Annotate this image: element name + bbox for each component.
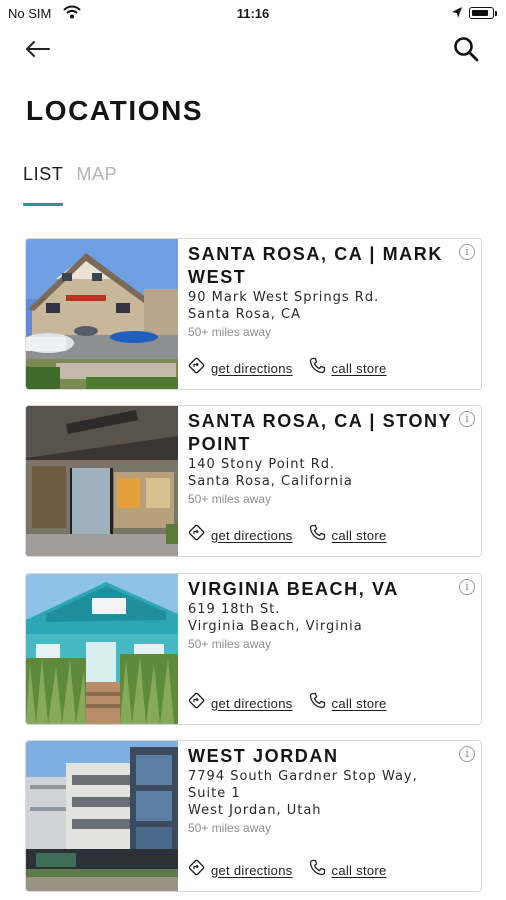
location-name: SANTA ROSA, CA | MARK WEST [188, 244, 443, 287]
get-directions-button[interactable]: get directions [188, 859, 293, 881]
address-line1: 7794 South Gardner Stop Way, Suite 1 [188, 769, 418, 801]
phone-icon [309, 859, 326, 881]
store-photo [26, 239, 178, 389]
call-store-button[interactable]: call store [309, 692, 387, 714]
directions-label: get directions [211, 360, 293, 376]
view-tabs: LIST MAP [23, 164, 130, 206]
search-icon [453, 36, 479, 67]
distance-label: 50+ miles away [188, 325, 272, 339]
location-name: SANTA ROSA, CA | STONY POINT [188, 411, 452, 454]
distance-label: 50+ miles away [188, 492, 272, 506]
location-card[interactable]: SANTA ROSA, CA | STONY POINT 140 Stony P… [25, 405, 482, 557]
info-icon[interactable]: i [459, 411, 475, 427]
info-icon[interactable]: i [459, 579, 475, 595]
battery-tip [495, 11, 497, 16]
store-photo [26, 741, 178, 891]
address-line2: West Jordan, Utah [188, 803, 322, 818]
location-info: SANTA ROSA, CA | MARK WEST 90 Mark West … [188, 243, 458, 341]
address-line2: Santa Rosa, CA [188, 307, 302, 322]
card-actions: get directions call store [188, 692, 403, 714]
directions-label: get directions [211, 695, 293, 711]
call-label: call store [331, 360, 387, 376]
tab-list[interactable]: LIST [23, 164, 64, 206]
call-store-button[interactable]: call store [309, 524, 387, 546]
search-button[interactable] [450, 35, 482, 67]
get-directions-button[interactable]: get directions [188, 357, 293, 379]
address-line2: Virginia Beach, Virginia [188, 619, 363, 634]
location-info: WEST JORDAN 7794 South Gardner Stop Way,… [188, 745, 458, 837]
call-label: call store [331, 695, 387, 711]
store-photo [26, 574, 178, 724]
get-directions-button[interactable]: get directions [188, 524, 293, 546]
info-icon[interactable]: i [459, 244, 475, 260]
distance-label: 50+ miles away [188, 637, 272, 651]
call-label: call store [331, 862, 387, 878]
card-actions: get directions call store [188, 357, 403, 379]
directions-icon [188, 692, 205, 714]
address-line2: Santa Rosa, California [188, 474, 353, 489]
status-bar: No SIM 11:16 [0, 0, 506, 28]
get-directions-button[interactable]: get directions [188, 692, 293, 714]
store-photo [26, 406, 178, 556]
call-label: call store [331, 527, 387, 543]
address-line1: 140 Stony Point Rd. [188, 457, 336, 472]
location-info: VIRGINIA BEACH, VA 619 18th St. Virginia… [188, 578, 458, 653]
distance-label: 50+ miles away [188, 821, 272, 835]
card-actions: get directions call store [188, 524, 403, 546]
location-name: WEST JORDAN [188, 746, 339, 766]
phone-icon [309, 357, 326, 379]
directions-icon [188, 357, 205, 379]
page-title: LOCATIONS [26, 95, 204, 126]
call-store-button[interactable]: call store [309, 859, 387, 881]
status-time: 11:16 [236, 6, 270, 21]
location-arrow-icon [451, 6, 463, 24]
address-line1: 619 18th St. [188, 602, 281, 617]
arrow-left-icon [24, 40, 50, 63]
address-line1: 90 Mark West Springs Rd. [188, 290, 380, 305]
back-button[interactable] [22, 36, 52, 66]
card-actions: get directions call store [188, 859, 403, 881]
location-card[interactable]: SANTA ROSA, CA | MARK WEST 90 Mark West … [25, 238, 482, 390]
directions-icon [188, 859, 205, 881]
phone-icon [309, 692, 326, 714]
call-store-button[interactable]: call store [309, 357, 387, 379]
directions-label: get directions [211, 862, 293, 878]
directions-label: get directions [211, 527, 293, 543]
location-name: VIRGINIA BEACH, VA [188, 579, 399, 599]
location-card[interactable]: VIRGINIA BEACH, VA 619 18th St. Virginia… [25, 573, 482, 725]
location-card[interactable]: WEST JORDAN 7794 South Gardner Stop Way,… [25, 740, 482, 892]
info-icon[interactable]: i [459, 746, 475, 762]
tab-map[interactable]: MAP [76, 164, 117, 206]
battery-icon [469, 7, 494, 19]
phone-icon [309, 524, 326, 546]
directions-icon [188, 524, 205, 546]
location-info: SANTA ROSA, CA | STONY POINT 140 Stony P… [188, 410, 458, 508]
